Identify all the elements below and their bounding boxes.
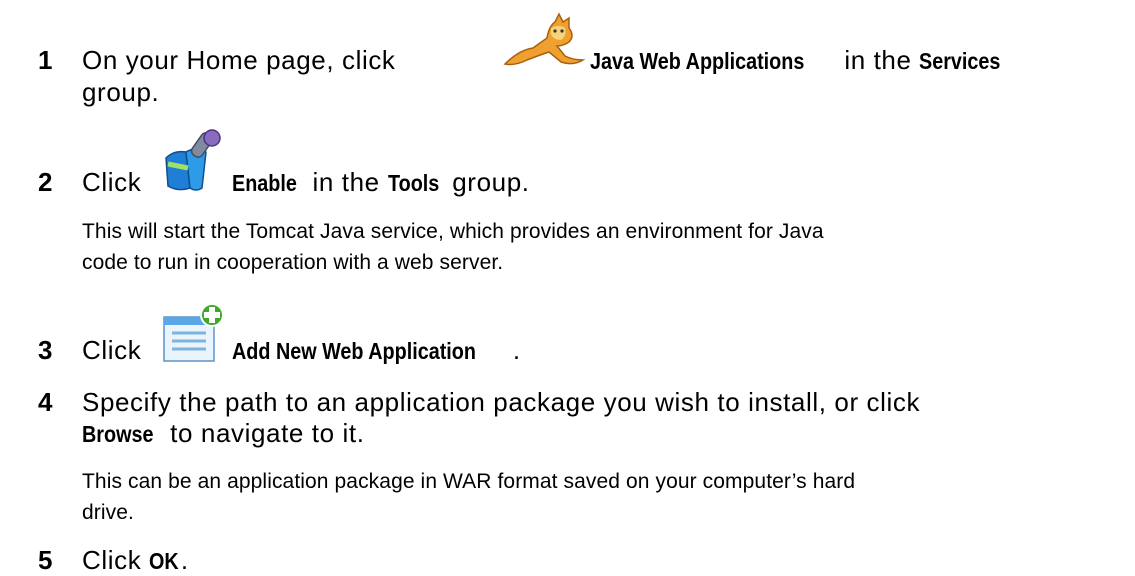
step-text: .	[180, 545, 189, 575]
step-text: group.	[82, 77, 160, 107]
java-enable-icon	[165, 129, 221, 191]
step-text: Click	[82, 335, 142, 365]
step-text: .	[512, 335, 521, 365]
step-text: Click	[82, 167, 142, 197]
step-text: in the	[844, 45, 912, 75]
add-new-web-application-label: Add New Web Application	[232, 338, 476, 364]
tomcat-cat-icon	[503, 12, 585, 66]
add-web-app-icon	[163, 303, 224, 362]
browse-label: Browse	[82, 421, 154, 447]
step-text: group.	[452, 167, 530, 197]
java-web-applications-label: Java Web Applications	[590, 48, 805, 74]
step-text: On your Home page, click	[82, 45, 396, 75]
ok-label: OK	[149, 548, 179, 574]
step-number: 4	[38, 387, 53, 417]
step-number: 2	[38, 167, 53, 197]
step-note: This can be an application package in WA…	[82, 470, 856, 493]
step-note: drive.	[82, 501, 134, 524]
step-text: in the	[312, 167, 380, 197]
enable-label: Enable	[232, 170, 297, 196]
services-label: Services	[919, 48, 1001, 74]
step-text: to navigate to it.	[170, 418, 365, 448]
step-text: Click	[82, 545, 142, 575]
tools-label: Tools	[387, 170, 439, 196]
step-note: code to run in cooperation with a web se…	[82, 251, 504, 274]
step-text: Specify the path to an application packa…	[82, 387, 921, 417]
step-number: 3	[38, 335, 53, 365]
step-number: 1	[38, 45, 53, 75]
step-note: This will start the Tomcat Java service,…	[82, 220, 824, 243]
step-number: 5	[38, 545, 53, 575]
